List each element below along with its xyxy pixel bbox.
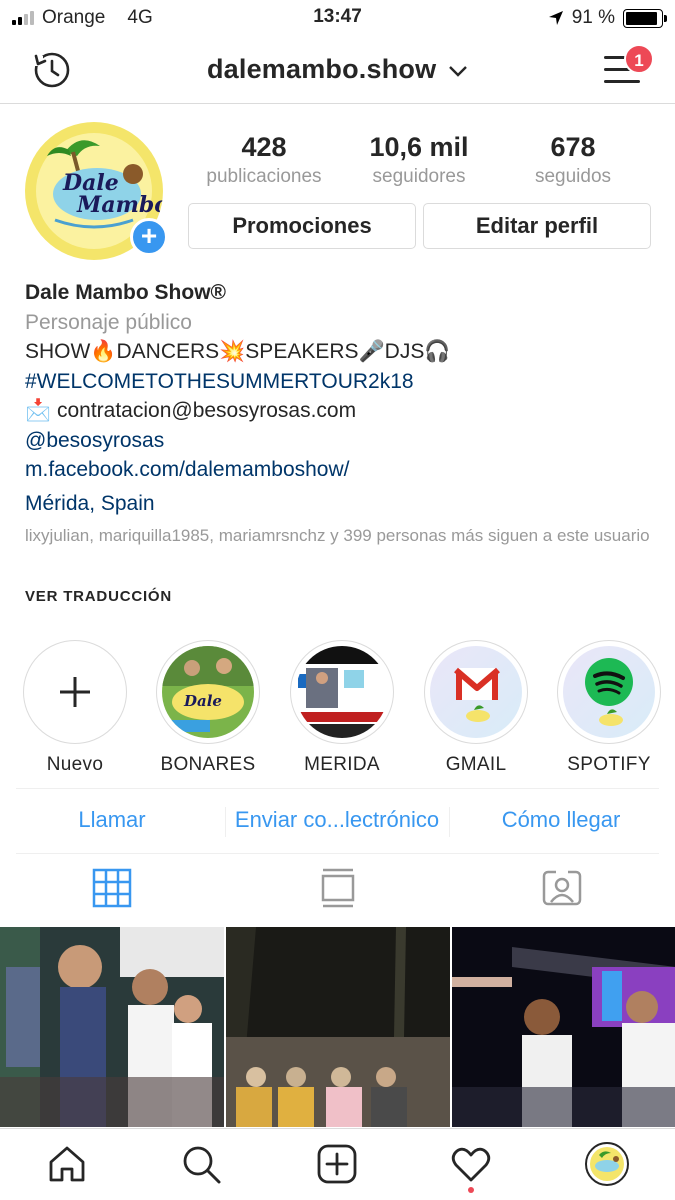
highlight-cover-image: Dale bbox=[162, 646, 254, 738]
bio-line: SHOW🔥DANCERS💥SPEAKERS🎤DJS🎧 bbox=[25, 340, 451, 363]
highlight-bonares[interactable]: Dale BONARES bbox=[155, 640, 261, 776]
grid-post-2[interactable] bbox=[226, 927, 450, 1127]
svg-text:Dale: Dale bbox=[183, 692, 222, 710]
call-button[interactable]: Llamar bbox=[16, 807, 208, 833]
bio-email: 📩 contratacion@besosyrosas.com bbox=[25, 399, 357, 422]
stat-followers[interactable]: 10,6 mil seguidores bbox=[344, 132, 494, 188]
tagged-tab-icon[interactable] bbox=[542, 868, 582, 908]
grid-post-3[interactable] bbox=[452, 927, 675, 1127]
bio-location-link[interactable]: Mérida, Spain bbox=[25, 489, 655, 519]
highlight-label: Nuevo bbox=[46, 754, 104, 775]
stat-followers-label: seguidores bbox=[372, 166, 466, 187]
chevron-down-icon bbox=[449, 66, 467, 77]
search-icon[interactable] bbox=[180, 1143, 222, 1185]
directions-button[interactable]: Cómo llegar bbox=[450, 807, 672, 833]
svg-text:Mambo: Mambo bbox=[76, 192, 163, 218]
grid-post-1[interactable] bbox=[0, 927, 224, 1127]
username-title: dalemambo.show bbox=[206, 54, 437, 84]
highlight-spotify[interactable]: SPOTIFY bbox=[556, 640, 662, 776]
stat-posts-number: 428 bbox=[241, 132, 287, 162]
highlight-merida[interactable]: MERIDA bbox=[289, 640, 395, 776]
stat-posts[interactable]: 428 publicaciones bbox=[189, 132, 339, 188]
notification-badge: 1 bbox=[624, 44, 654, 74]
profile-bio: Dale Mambo Show® Personaje público SHOW🔥… bbox=[25, 278, 655, 518]
promotions-button[interactable]: Promociones bbox=[188, 203, 416, 249]
edit-profile-button[interactable]: Editar perfil bbox=[423, 203, 651, 249]
followed-by-text[interactable]: lixyjulian, mariquilla1985, mariamrsnchz… bbox=[25, 524, 655, 547]
status-bar: Orange 4G 13:47 91 % bbox=[0, 0, 675, 36]
add-story-button[interactable]: + bbox=[130, 218, 168, 256]
new-post-icon[interactable] bbox=[316, 1143, 358, 1185]
translate-link[interactable]: VER TRADUCCIÓN bbox=[25, 588, 172, 605]
highlight-label: GMAIL bbox=[445, 754, 507, 775]
activity-heart-icon[interactable] bbox=[450, 1143, 492, 1185]
location-arrow-icon bbox=[548, 11, 563, 25]
stat-following-label: seguidos bbox=[534, 166, 612, 187]
profile-category: Personaje público bbox=[25, 310, 192, 334]
highlight-cover-image bbox=[430, 646, 522, 738]
highlight-new[interactable]: Nuevo bbox=[22, 640, 128, 776]
stat-followers-number: 10,6 mil bbox=[369, 132, 469, 162]
username-switcher[interactable]: dalemambo.show bbox=[0, 54, 675, 85]
highlight-label: BONARES bbox=[160, 754, 256, 775]
highlight-label: SPOTIFY bbox=[567, 754, 651, 775]
highlight-gmail[interactable]: GMAIL bbox=[423, 640, 529, 776]
bio-mention-link[interactable]: @besosyrosas bbox=[25, 426, 655, 456]
highlight-cover-image bbox=[563, 646, 655, 738]
battery-percent: 91 % bbox=[571, 7, 615, 28]
stat-following[interactable]: 678 seguidos bbox=[498, 132, 648, 188]
email-button[interactable]: Enviar co...lectrónico bbox=[226, 807, 448, 833]
grid-view-tab-icon[interactable] bbox=[92, 868, 132, 908]
stat-following-number: 678 bbox=[550, 132, 596, 162]
profile-header: dalemambo.show 1 bbox=[0, 36, 675, 104]
battery-icon bbox=[623, 8, 667, 28]
bio-website-link[interactable]: m.facebook.com/dalemamboshow/ bbox=[25, 455, 655, 485]
profile-avatar-tab[interactable] bbox=[584, 1141, 630, 1187]
plus-icon bbox=[60, 677, 90, 707]
profile-name: Dale Mambo Show® bbox=[25, 281, 226, 304]
bio-hashtag-link[interactable]: #WELCOMETOTHESUMMERTOUR2k18 bbox=[25, 367, 655, 397]
highlight-cover-image bbox=[296, 646, 388, 738]
bottom-navigation bbox=[0, 1128, 675, 1200]
activity-notification-dot bbox=[468, 1187, 474, 1193]
highlight-label: MERIDA bbox=[304, 754, 380, 775]
stat-posts-label: publicaciones bbox=[206, 166, 322, 187]
contact-actions: Llamar Enviar co...lectrónico Cómo llega… bbox=[16, 788, 659, 854]
status-right: 91 % bbox=[548, 7, 667, 29]
home-icon[interactable] bbox=[46, 1143, 88, 1185]
feed-view-tab-icon[interactable] bbox=[318, 868, 358, 908]
